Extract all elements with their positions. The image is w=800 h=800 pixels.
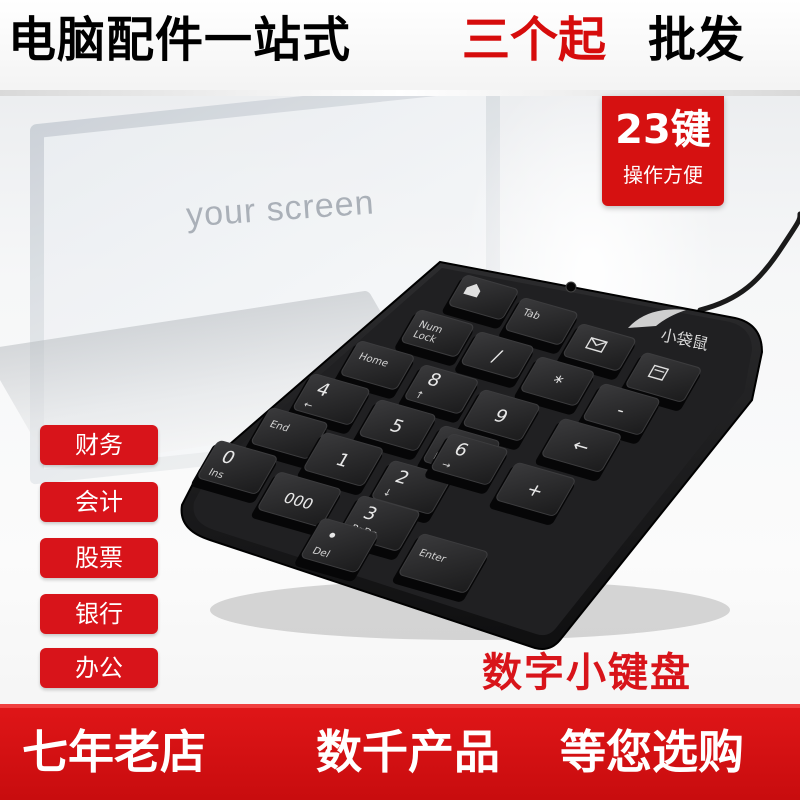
bottom-slogan-3: 等您选购 [560,725,744,779]
tag-banking: 银行 [40,594,158,634]
bottom-slogan-1: 七年老店 [22,725,206,779]
product-name: 数字小键盘 [482,650,692,696]
bottom-banner: 七年老店 数千产品 等您选购 [0,704,800,800]
tag-finance: 财务 [40,425,158,465]
bottom-slogan-2: 数千产品 [316,725,500,779]
product-banner: your screen 电脑配件一站式 三个起 批发 23键 操作方便 小袋鼠 … [0,0,800,800]
tag-accounting: 会计 [40,482,158,522]
tag-stocks: 股票 [40,538,158,578]
tag-office: 办公 [40,648,158,688]
